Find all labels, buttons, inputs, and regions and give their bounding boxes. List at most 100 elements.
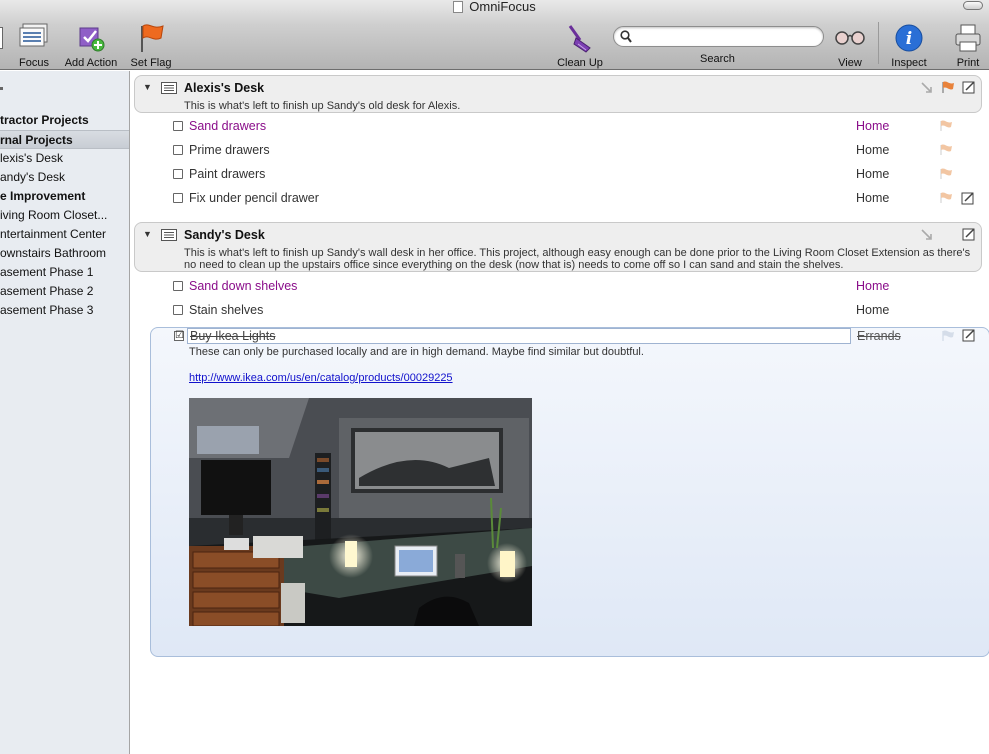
- search-label: Search: [700, 53, 735, 65]
- inspect-label: Inspect: [891, 57, 927, 69]
- disclosure-triangle-icon[interactable]: ▼: [143, 82, 152, 92]
- task-row[interactable]: Prime drawers Home: [131, 138, 979, 162]
- task-context[interactable]: Home: [856, 143, 889, 157]
- window-title-bar: OmniFocus: [0, 0, 989, 14]
- sidebar-item-label: ownstairs Bathroom: [0, 246, 107, 260]
- inspect-button[interactable]: i Inspect: [886, 20, 932, 69]
- sidebar-item-home-improvement[interactable]: e Improvement: [0, 187, 129, 206]
- project-name[interactable]: Sandy's Desk: [184, 228, 265, 242]
- set-flag-button[interactable]: Set Flag: [128, 20, 174, 69]
- task-context[interactable]: Home: [856, 303, 889, 317]
- partial-toolbar-icon[interactable]: [0, 20, 4, 56]
- view-button[interactable]: View: [830, 20, 870, 69]
- task-name[interactable]: Stain shelves: [189, 303, 263, 317]
- task-checkbox[interactable]: [173, 305, 183, 315]
- task-context[interactable]: Errands: [857, 329, 901, 343]
- sidebar-item-contractor-projects[interactable]: tractor Projects: [0, 111, 129, 130]
- task-row[interactable]: Sand drawers Home: [131, 114, 979, 138]
- print-icon: [950, 20, 986, 56]
- sidebar-item-label: rnal Projects: [0, 133, 73, 147]
- task-name[interactable]: Fix under pencil drawer: [189, 191, 319, 205]
- task-row[interactable]: Fix under pencil drawer Home: [131, 186, 979, 210]
- sidebar-item-basement-phase-2[interactable]: asement Phase 2: [0, 282, 129, 301]
- task-context[interactable]: Home: [856, 119, 889, 133]
- sidebar-item-entertainment-center[interactable]: ntertainment Center: [0, 225, 129, 244]
- task-checkbox[interactable]: [173, 281, 183, 291]
- toolbar-toggle-button[interactable]: [963, 1, 983, 10]
- focus-label: Focus: [19, 57, 49, 69]
- selected-task-expanded[interactable]: ☑ Buy Ikea Lights Errands These can only…: [150, 327, 989, 657]
- focus-icon: [14, 20, 54, 56]
- task-checkbox-checked[interactable]: ☑: [174, 331, 184, 341]
- project-note: This is what's left to finish up Sandy's…: [184, 247, 971, 271]
- sidebar-item-label: asement Phase 1: [0, 265, 94, 279]
- sidebar-item-alexis-desk[interactable]: lexis's Desk: [0, 149, 129, 168]
- flag-icon[interactable]: [939, 168, 953, 180]
- sidebar-item-internal-projects[interactable]: rnal Projects: [0, 130, 129, 149]
- task-context[interactable]: Home: [856, 167, 889, 181]
- list-icon: [161, 82, 177, 94]
- sidebar-item-label: andy's Desk: [0, 170, 65, 184]
- flag-icon[interactable]: [939, 192, 953, 204]
- task-row[interactable]: Sand down shelves Home: [131, 274, 979, 298]
- set-flag-label: Set Flag: [130, 57, 172, 69]
- task-name[interactable]: Buy Ikea Lights: [190, 329, 275, 343]
- flag-icon[interactable]: [939, 144, 953, 156]
- search-icon: [620, 30, 632, 43]
- sidebar-item-basement-phase-1[interactable]: asement Phase 1: [0, 263, 129, 282]
- task-row[interactable]: Stain shelves Home: [131, 298, 979, 322]
- note-icon[interactable]: [962, 227, 976, 241]
- print-button[interactable]: Print: [950, 20, 986, 69]
- arrow-icon[interactable]: [921, 229, 933, 241]
- focus-button[interactable]: Focus: [14, 20, 54, 69]
- sidebar-item-sandys-desk[interactable]: andy's Desk: [0, 168, 129, 187]
- sidebar-item-label: ntertainment Center: [0, 227, 107, 241]
- sidebar-item-downstairs-bathroom[interactable]: ownstairs Bathroom: [0, 244, 129, 263]
- clean-up-icon: [552, 20, 608, 56]
- attached-desk-photo: [189, 398, 532, 626]
- list-icon: [161, 229, 177, 241]
- sidebar-item-living-room-closet[interactable]: iving Room Closet...: [0, 206, 129, 225]
- flag-icon[interactable]: [941, 330, 955, 342]
- toolbar-separator: [878, 22, 879, 64]
- clean-up-button[interactable]: Clean Up: [552, 20, 608, 69]
- task-context[interactable]: Home: [856, 279, 889, 293]
- project-name[interactable]: Alexis's Desk: [184, 81, 264, 95]
- project-header-sandys-desk[interactable]: ▼ Sandy's Desk This is what's left to fi…: [134, 222, 982, 272]
- task-row[interactable]: Paint drawers Home: [131, 162, 979, 186]
- task-checkbox[interactable]: [173, 193, 183, 203]
- disclosure-triangle-icon[interactable]: ▼: [143, 229, 152, 239]
- window-title: OmniFocus: [469, 0, 536, 14]
- task-checkbox[interactable]: [173, 169, 183, 179]
- search-field[interactable]: [613, 26, 824, 47]
- sidebar-partial-row: [0, 81, 129, 91]
- note-icon[interactable]: [962, 80, 976, 94]
- outline-view: ▼ Alexis's Desk This is what's left to f…: [131, 71, 989, 754]
- task-name[interactable]: Sand drawers: [189, 119, 266, 133]
- project-header-alexis-desk[interactable]: ▼ Alexis's Desk This is what's left to f…: [134, 75, 982, 113]
- arrow-icon[interactable]: [921, 82, 933, 94]
- sidebar-item-label: tractor Projects: [0, 113, 89, 127]
- task-name-editor[interactable]: Buy Ikea Lights: [187, 328, 851, 344]
- task-name[interactable]: Prime drawers: [189, 143, 270, 157]
- sidebar: tractor Projects rnal Projects lexis's D…: [0, 71, 130, 754]
- note-icon[interactable]: [962, 328, 976, 342]
- sidebar-item-label: asement Phase 2: [0, 284, 94, 298]
- flag-icon[interactable]: [941, 81, 955, 94]
- search-input[interactable]: [636, 29, 816, 44]
- task-checkbox[interactable]: [173, 121, 183, 131]
- sidebar-item-label: iving Room Closet...: [0, 208, 108, 222]
- task-checkbox[interactable]: [173, 145, 183, 155]
- view-icon: [830, 20, 870, 56]
- sidebar-item-basement-phase-3[interactable]: asement Phase 3: [0, 301, 129, 320]
- task-name[interactable]: Paint drawers: [189, 167, 265, 181]
- note-icon[interactable]: [961, 191, 975, 205]
- add-action-icon: [60, 20, 122, 56]
- add-action-button[interactable]: Add Action: [60, 20, 122, 69]
- svg-text:i: i: [906, 29, 912, 49]
- task-note-link[interactable]: http://www.ikea.com/us/en/catalog/produc…: [189, 372, 453, 384]
- task-name[interactable]: Sand down shelves: [189, 279, 297, 293]
- task-context[interactable]: Home: [856, 191, 889, 205]
- inspect-icon: i: [886, 20, 932, 56]
- flag-icon[interactable]: [939, 120, 953, 132]
